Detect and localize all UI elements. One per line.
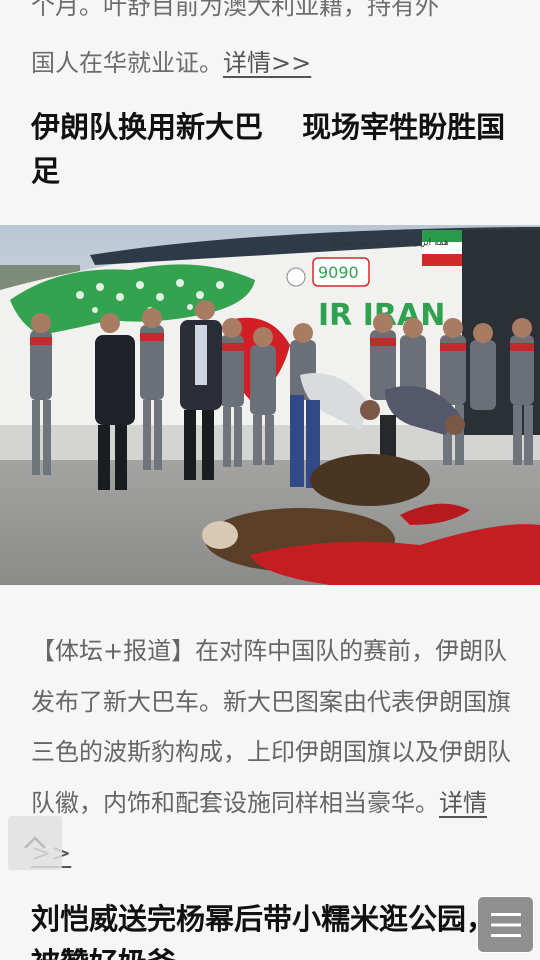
next-article-headline[interactable]: 刘恺威送完杨幂后带小糯米逛公园，被赞好奶爸 [31, 897, 516, 960]
sheep-1 [310, 454, 430, 506]
chevron-up-icon [24, 836, 46, 849]
back-to-top-button[interactable] [8, 816, 62, 870]
hamburger-menu-icon [490, 912, 521, 937]
previous-article-text-line1: 个月。叶舒目前为澳大利亚籍，持有外 [31, 0, 439, 20]
article-photo[interactable]: IR IRAN همه ایران حامی تیم ملی فوتبال 90… [0, 225, 540, 585]
previous-article-summary: 个月。叶舒目前为澳大利亚籍，持有外国人在华就业证。详情>> [31, 0, 511, 92]
article-body-text: 【体坛+报道】在对阵中国队的赛前，伊朗队发布了新大巴车。新大巴图案由代表伊朗国旗… [31, 626, 511, 879]
previous-article-text-line2: 国人在华就业证。 [31, 49, 223, 77]
previous-article-card: 个月。叶舒目前为澳大利亚籍，持有外国人在华就业证。详情>> 伊朗队换用新大巴 现… [0, 0, 540, 225]
bus-persian-text: همه ایران حامی تیم ملی فوتبال [330, 238, 449, 248]
news-feed-page: 个月。叶舒目前为澳大利亚籍，持有外国人在华就业证。详情>> 伊朗队换用新大巴 现… [0, 0, 540, 960]
article-headline[interactable]: 伊朗队换用新大巴 现场宰牲盼胜国足 [31, 105, 516, 193]
bus-logo-text: 9090 [318, 263, 359, 282]
previous-article-detail-link[interactable]: 详情>> [223, 49, 311, 77]
menu-button[interactable] [477, 896, 534, 953]
